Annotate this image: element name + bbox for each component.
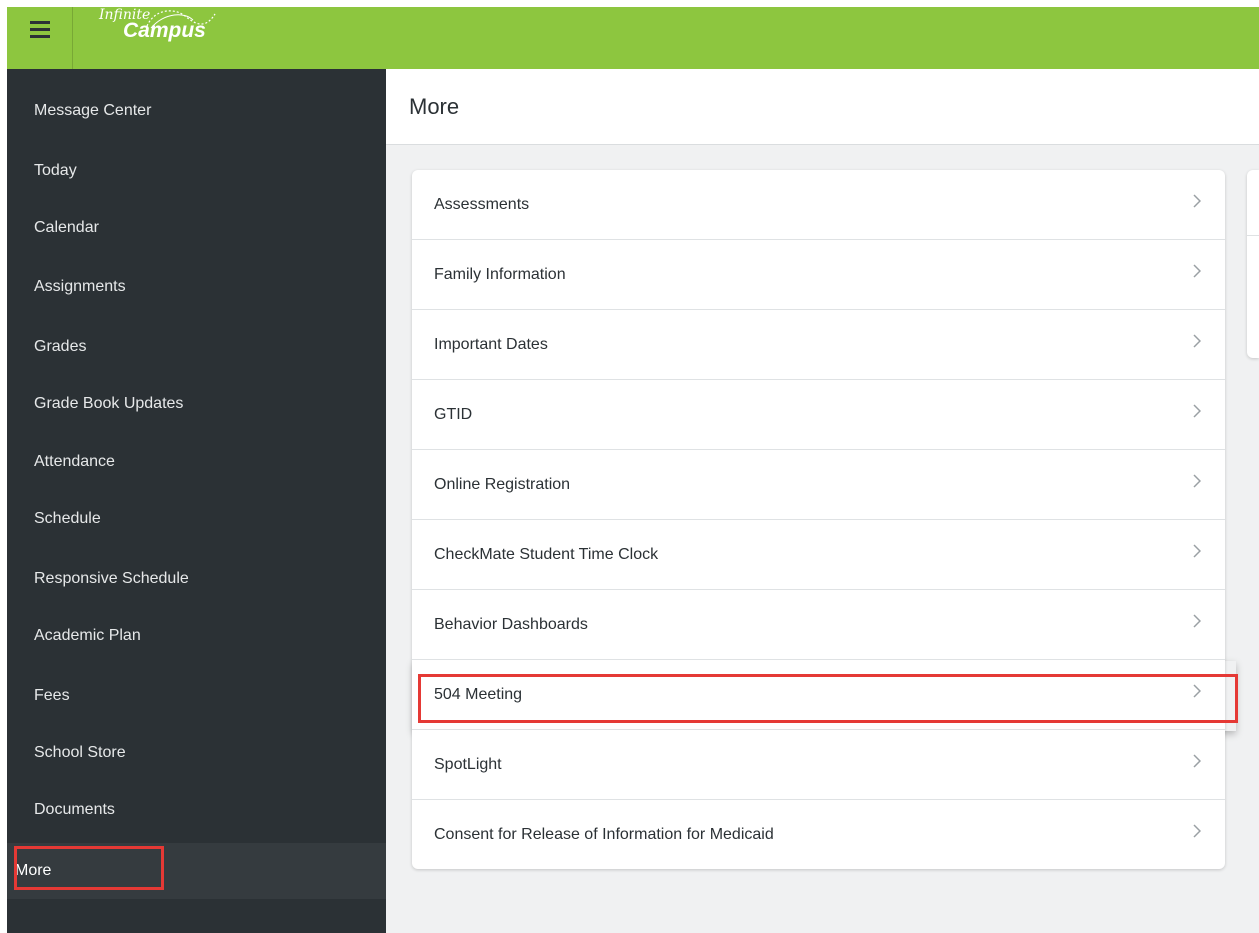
divider: [1247, 235, 1259, 236]
sidebar-item-label: Attendance: [34, 453, 115, 470]
chevron-right-icon: [1193, 824, 1201, 838]
sidebar-item-attendance[interactable]: Attendance: [7, 440, 386, 484]
list-item-label: Important Dates: [434, 335, 548, 353]
side-card-partial: [1247, 170, 1259, 358]
hamburger-menu-button[interactable]: [7, 7, 72, 69]
list-item-assessments[interactable]: Assessments: [412, 170, 1225, 240]
list-item-behavior-dashboards[interactable]: Behavior Dashboards: [412, 590, 1225, 660]
sidebar-item-grades[interactable]: Grades: [7, 325, 386, 369]
list-item-label: Consent for Release of Information for M…: [434, 825, 774, 843]
list-item-label: Assessments: [434, 195, 530, 213]
sidebar-item-more[interactable]: More: [7, 843, 386, 899]
more-list-card: Assessments Family Information Important…: [412, 170, 1225, 869]
list-item-consent-medicaid[interactable]: Consent for Release of Information for M…: [412, 800, 1225, 869]
sidebar-item-school-store[interactable]: School Store: [7, 731, 386, 775]
page-header: More: [386, 69, 1259, 145]
top-app-bar: Infinite Campus: [7, 7, 1259, 69]
logo-swoosh-icon: [146, 10, 216, 29]
sidebar-item-today[interactable]: Today: [7, 149, 386, 193]
chevron-right-icon: [1193, 264, 1201, 278]
sidebar-item-fees[interactable]: Fees: [7, 674, 386, 718]
list-item-gtid[interactable]: GTID: [412, 380, 1225, 450]
list-item-label: Online Registration: [434, 475, 571, 493]
chevron-right-icon: [1193, 614, 1201, 628]
list-item-family-information[interactable]: Family Information: [412, 240, 1225, 310]
sidebar-nav: Message Center Today Calendar Assignment…: [7, 69, 386, 933]
sidebar-item-label: Documents: [34, 801, 115, 818]
menu-divider: [72, 7, 73, 69]
sidebar-item-documents[interactable]: Documents: [7, 788, 386, 832]
chevron-right-icon: [1193, 544, 1201, 558]
sidebar-item-message-center[interactable]: Message Center: [7, 89, 386, 133]
list-item-important-dates[interactable]: Important Dates: [412, 310, 1225, 380]
chevron-right-icon: [1193, 754, 1201, 768]
sidebar-item-label: Today: [34, 162, 77, 179]
sidebar-item-grade-book-updates[interactable]: Grade Book Updates: [7, 382, 386, 426]
list-item-label: 504 Meeting: [434, 685, 523, 703]
sidebar-item-label: Grade Book Updates: [34, 395, 184, 412]
sidebar-item-label: School Store: [34, 744, 126, 761]
list-item-504-meeting[interactable]: 504 Meeting: [412, 660, 1225, 730]
chevron-right-icon: [1193, 334, 1201, 348]
sidebar-item-label: Schedule: [34, 510, 101, 527]
sidebar-item-academic-plan[interactable]: Academic Plan: [7, 614, 386, 658]
sidebar-item-label: Calendar: [34, 219, 99, 236]
chevron-right-icon: [1193, 194, 1201, 208]
infinite-campus-logo[interactable]: Infinite Campus: [99, 8, 216, 41]
list-item-label: CheckMate Student Time Clock: [434, 545, 659, 563]
page-title: More: [409, 93, 460, 119]
highlight-box-more: [14, 846, 164, 890]
list-item-label: GTID: [434, 405, 473, 423]
sidebar-item-label: Academic Plan: [34, 627, 141, 644]
chevron-right-icon: [1193, 404, 1201, 418]
sidebar-item-schedule[interactable]: Schedule: [7, 497, 386, 541]
sidebar-item-label: Grades: [34, 338, 87, 355]
chevron-right-icon: [1193, 474, 1201, 488]
sidebar-item-responsive-schedule[interactable]: Responsive Schedule: [7, 557, 386, 601]
sidebar-item-assignments[interactable]: Assignments: [7, 265, 386, 309]
list-item-label: Family Information: [434, 265, 566, 283]
list-item-spotlight[interactable]: SpotLight: [412, 730, 1225, 800]
sidebar-item-label: Responsive Schedule: [34, 570, 189, 587]
sidebar-item-label: Assignments: [34, 278, 126, 295]
list-item-online-registration[interactable]: Online Registration: [412, 450, 1225, 520]
list-item-label: SpotLight: [434, 755, 502, 773]
sidebar-item-label: Fees: [34, 687, 70, 704]
list-item-label: Behavior Dashboards: [434, 615, 588, 633]
hamburger-menu-icon: [29, 21, 50, 42]
chevron-right-icon: [1193, 684, 1201, 698]
list-item-checkmate-student-time-clock[interactable]: CheckMate Student Time Clock: [412, 520, 1225, 590]
sidebar-item-calendar[interactable]: Calendar: [7, 206, 386, 250]
sidebar-item-label: Message Center: [34, 102, 152, 119]
